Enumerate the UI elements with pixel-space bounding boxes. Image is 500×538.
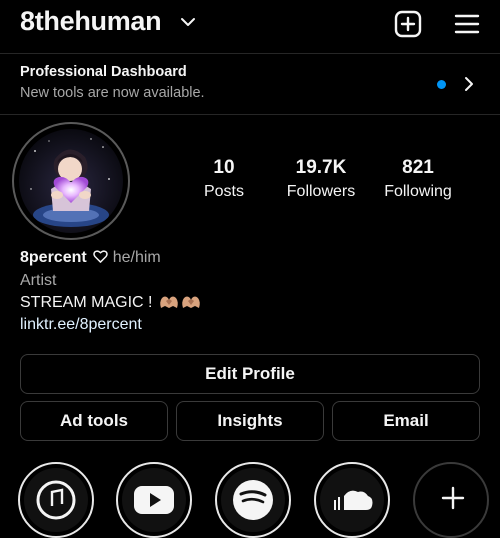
stat-followers[interactable]: 19.7K Followers	[276, 157, 366, 201]
bio-text-row: STREAM MAGIC !	[20, 294, 203, 312]
bio-name-row: 8percent he/him	[20, 249, 161, 267]
highlight-apple-music[interactable]	[18, 462, 94, 538]
profile-header: 8thehuman	[0, 0, 500, 52]
insights-button[interactable]: Insights	[176, 401, 324, 441]
followers-label: Followers	[286, 183, 356, 200]
apple-music-icon	[36, 480, 76, 520]
soundcloud-icon	[334, 490, 373, 510]
youtube-icon	[134, 486, 174, 514]
highlight-youtube[interactable]	[116, 462, 192, 538]
notification-dot	[437, 80, 446, 89]
following-count: 821	[402, 157, 434, 178]
divider	[0, 114, 500, 115]
stat-posts[interactable]: 10 Posts	[194, 157, 254, 201]
new-highlight-button[interactable]	[413, 462, 489, 538]
heart-hands-emoji-icon	[160, 296, 200, 308]
profile-category: Artist	[20, 272, 57, 289]
dashboard-title: Professional Dashboard	[20, 64, 187, 80]
dashboard-subtitle: New tools are now available.	[20, 85, 205, 101]
chevron-down-icon[interactable]	[180, 16, 196, 28]
heart-icon	[92, 250, 108, 263]
add-icon[interactable]	[394, 10, 422, 38]
new-highlight-icon	[441, 486, 465, 510]
stat-following[interactable]: 821 Following	[374, 157, 462, 201]
account-username[interactable]: 8thehuman	[20, 6, 162, 37]
following-label: Following	[384, 183, 452, 200]
highlight-soundcloud[interactable]	[314, 462, 390, 538]
highlight-spotify[interactable]	[215, 462, 291, 538]
spotify-icon	[233, 480, 273, 520]
posts-count: 10	[213, 157, 235, 178]
followers-count: 19.7K	[295, 157, 347, 178]
pronouns: he/him	[112, 249, 161, 266]
edit-profile-button[interactable]: Edit Profile	[20, 354, 480, 394]
chevron-right-icon[interactable]	[464, 76, 474, 92]
bio-text: STREAM MAGIC !	[20, 294, 153, 311]
ad-tools-button[interactable]: Ad tools	[20, 401, 168, 441]
profile-name: 8percent	[20, 249, 87, 266]
menu-icon[interactable]	[454, 13, 480, 35]
professional-dashboard-banner[interactable]: Professional Dashboard New tools are now…	[0, 54, 500, 114]
email-button[interactable]: Email	[332, 401, 480, 441]
posts-label: Posts	[203, 183, 244, 200]
avatar[interactable]	[19, 129, 123, 233]
bio-link[interactable]: linktr.ee/8percent	[20, 316, 142, 334]
